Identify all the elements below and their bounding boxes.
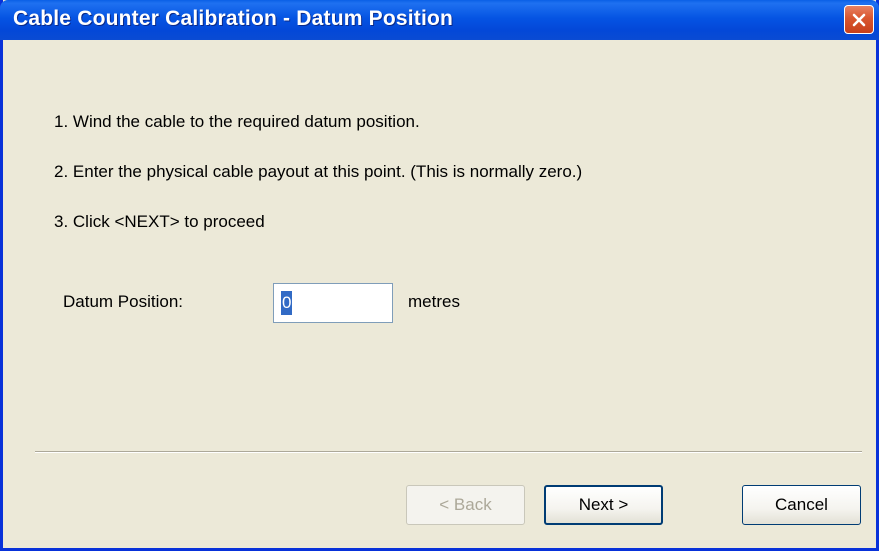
datum-position-label: Datum Position: — [63, 292, 183, 311]
instruction-step-3: 3. Click <NEXT> to proceed — [54, 212, 265, 231]
datum-position-input[interactable]: 0 — [273, 283, 393, 323]
unit-label: metres — [408, 292, 460, 311]
calibration-dialog: Cable Counter Calibration - Datum Positi… — [0, 0, 879, 551]
cancel-button[interactable]: Cancel — [742, 485, 861, 525]
instruction-step-1: 1. Wind the cable to the required datum … — [54, 112, 420, 131]
title-bar[interactable]: Cable Counter Calibration - Datum Positi… — [0, 0, 879, 40]
back-button[interactable]: < Back — [406, 485, 525, 525]
close-button[interactable] — [844, 5, 874, 34]
dialog-body: 1. Wind the cable to the required datum … — [3, 40, 876, 548]
instruction-step-2: 2. Enter the physical cable payout at th… — [54, 162, 583, 181]
window-title: Cable Counter Calibration - Datum Positi… — [13, 7, 454, 30]
next-button[interactable]: Next > — [544, 485, 663, 525]
button-separator — [35, 451, 862, 453]
close-icon — [852, 13, 866, 26]
datum-position-value: 0 — [281, 291, 293, 315]
